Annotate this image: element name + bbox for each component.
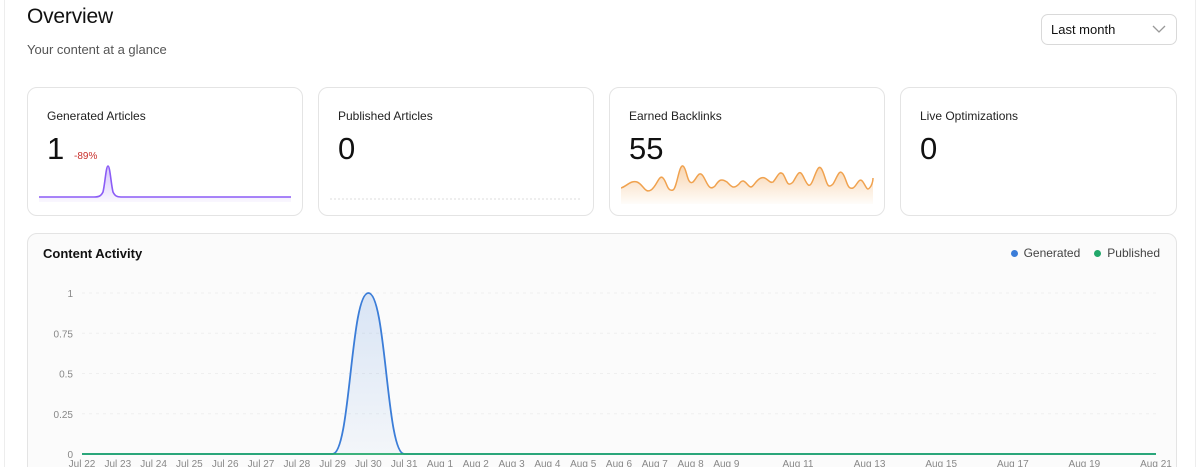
page-title: Overview (27, 5, 113, 28)
legend-dot-published (1094, 249, 1102, 257)
stat-label: Live Optimizations (920, 109, 1019, 123)
stat-card-earned-backlinks: Earned Backlinks 55 (609, 87, 885, 216)
x-tick-label: Aug 11 (783, 459, 814, 467)
x-tick-label: Aug 4 (534, 459, 561, 467)
date-range-value: Last month (1051, 22, 1116, 37)
x-tick-label: Jul 26 (212, 459, 239, 467)
backlinks-sparkline (621, 165, 874, 204)
x-tick-label: Aug 7 (642, 459, 669, 467)
x-tick-label: Jul 30 (355, 459, 382, 467)
y-tick-label: 0.25 (54, 410, 74, 421)
stat-label: Generated Articles (47, 109, 146, 123)
legend-label: Published (1107, 246, 1160, 260)
stat-card-live-optimizations: Live Optimizations 0 (900, 87, 1177, 216)
published-sparkline (330, 198, 582, 200)
x-tick-label: Aug 17 (997, 459, 1029, 467)
y-tick-label: 0.5 (59, 370, 73, 381)
x-tick-label: Jul 29 (319, 459, 346, 467)
stat-label: Published Articles (338, 109, 433, 123)
page-header: Overview Your content at a glance (27, 5, 167, 57)
x-tick-label: Aug 9 (713, 459, 740, 467)
legend-item-generated[interactable]: Generated (1010, 246, 1081, 260)
chart-legend: Generated Published (1010, 246, 1160, 260)
content-activity-panel: Content Activity Generated Published 1 0.… (27, 233, 1177, 467)
page-subtitle: Your content at a glance (27, 42, 167, 57)
x-tick-label: Aug 8 (678, 459, 705, 467)
stat-card-published-articles: Published Articles 0 (318, 87, 594, 216)
generated-sparkline (39, 165, 291, 202)
x-tick-label: Jul 23 (104, 459, 131, 467)
stat-label: Earned Backlinks (629, 109, 722, 123)
chevron-down-icon (1152, 25, 1166, 33)
x-tick-label: Jul 28 (283, 459, 310, 467)
y-tick-label: 1 (67, 289, 73, 300)
x-tick-label: Jul 22 (69, 459, 96, 467)
y-tick-label: 0.75 (54, 329, 74, 340)
legend-label: Generated (1023, 246, 1081, 260)
x-tick-label: Aug 2 (463, 459, 490, 467)
activity-title: Content Activity (43, 246, 143, 261)
x-tick-label: Jul 27 (248, 459, 275, 467)
legend-item-published[interactable]: Published (1094, 246, 1160, 260)
date-range-select[interactable]: Last month (1041, 14, 1177, 45)
x-tick-label: Jul 25 (176, 459, 203, 467)
x-tick-label: Jul 24 (140, 459, 167, 467)
x-tick-label: Aug 21 (1140, 459, 1172, 467)
x-tick-label: Aug 6 (606, 459, 633, 467)
x-tick-label: Aug 15 (925, 459, 957, 467)
x-tick-label: Aug 5 (570, 459, 597, 467)
legend-dot-generated (1010, 249, 1018, 257)
x-tick-label: Aug 1 (427, 459, 454, 467)
x-tick-label: Aug 13 (854, 459, 886, 467)
x-tick-label: Aug 3 (499, 459, 526, 467)
x-tick-label: Aug 19 (1069, 459, 1101, 467)
x-tick-label: Jul 31 (391, 459, 418, 467)
activity-chart: 10.750.50.250Jul 22 Jul 23 Jul 24 Jul 25 Jul… (54, 289, 1173, 467)
stat-value: 0 (920, 131, 938, 166)
stat-value: 0 (338, 131, 356, 166)
stat-card-generated-articles: Generated Articles 1 -89% (27, 87, 303, 216)
